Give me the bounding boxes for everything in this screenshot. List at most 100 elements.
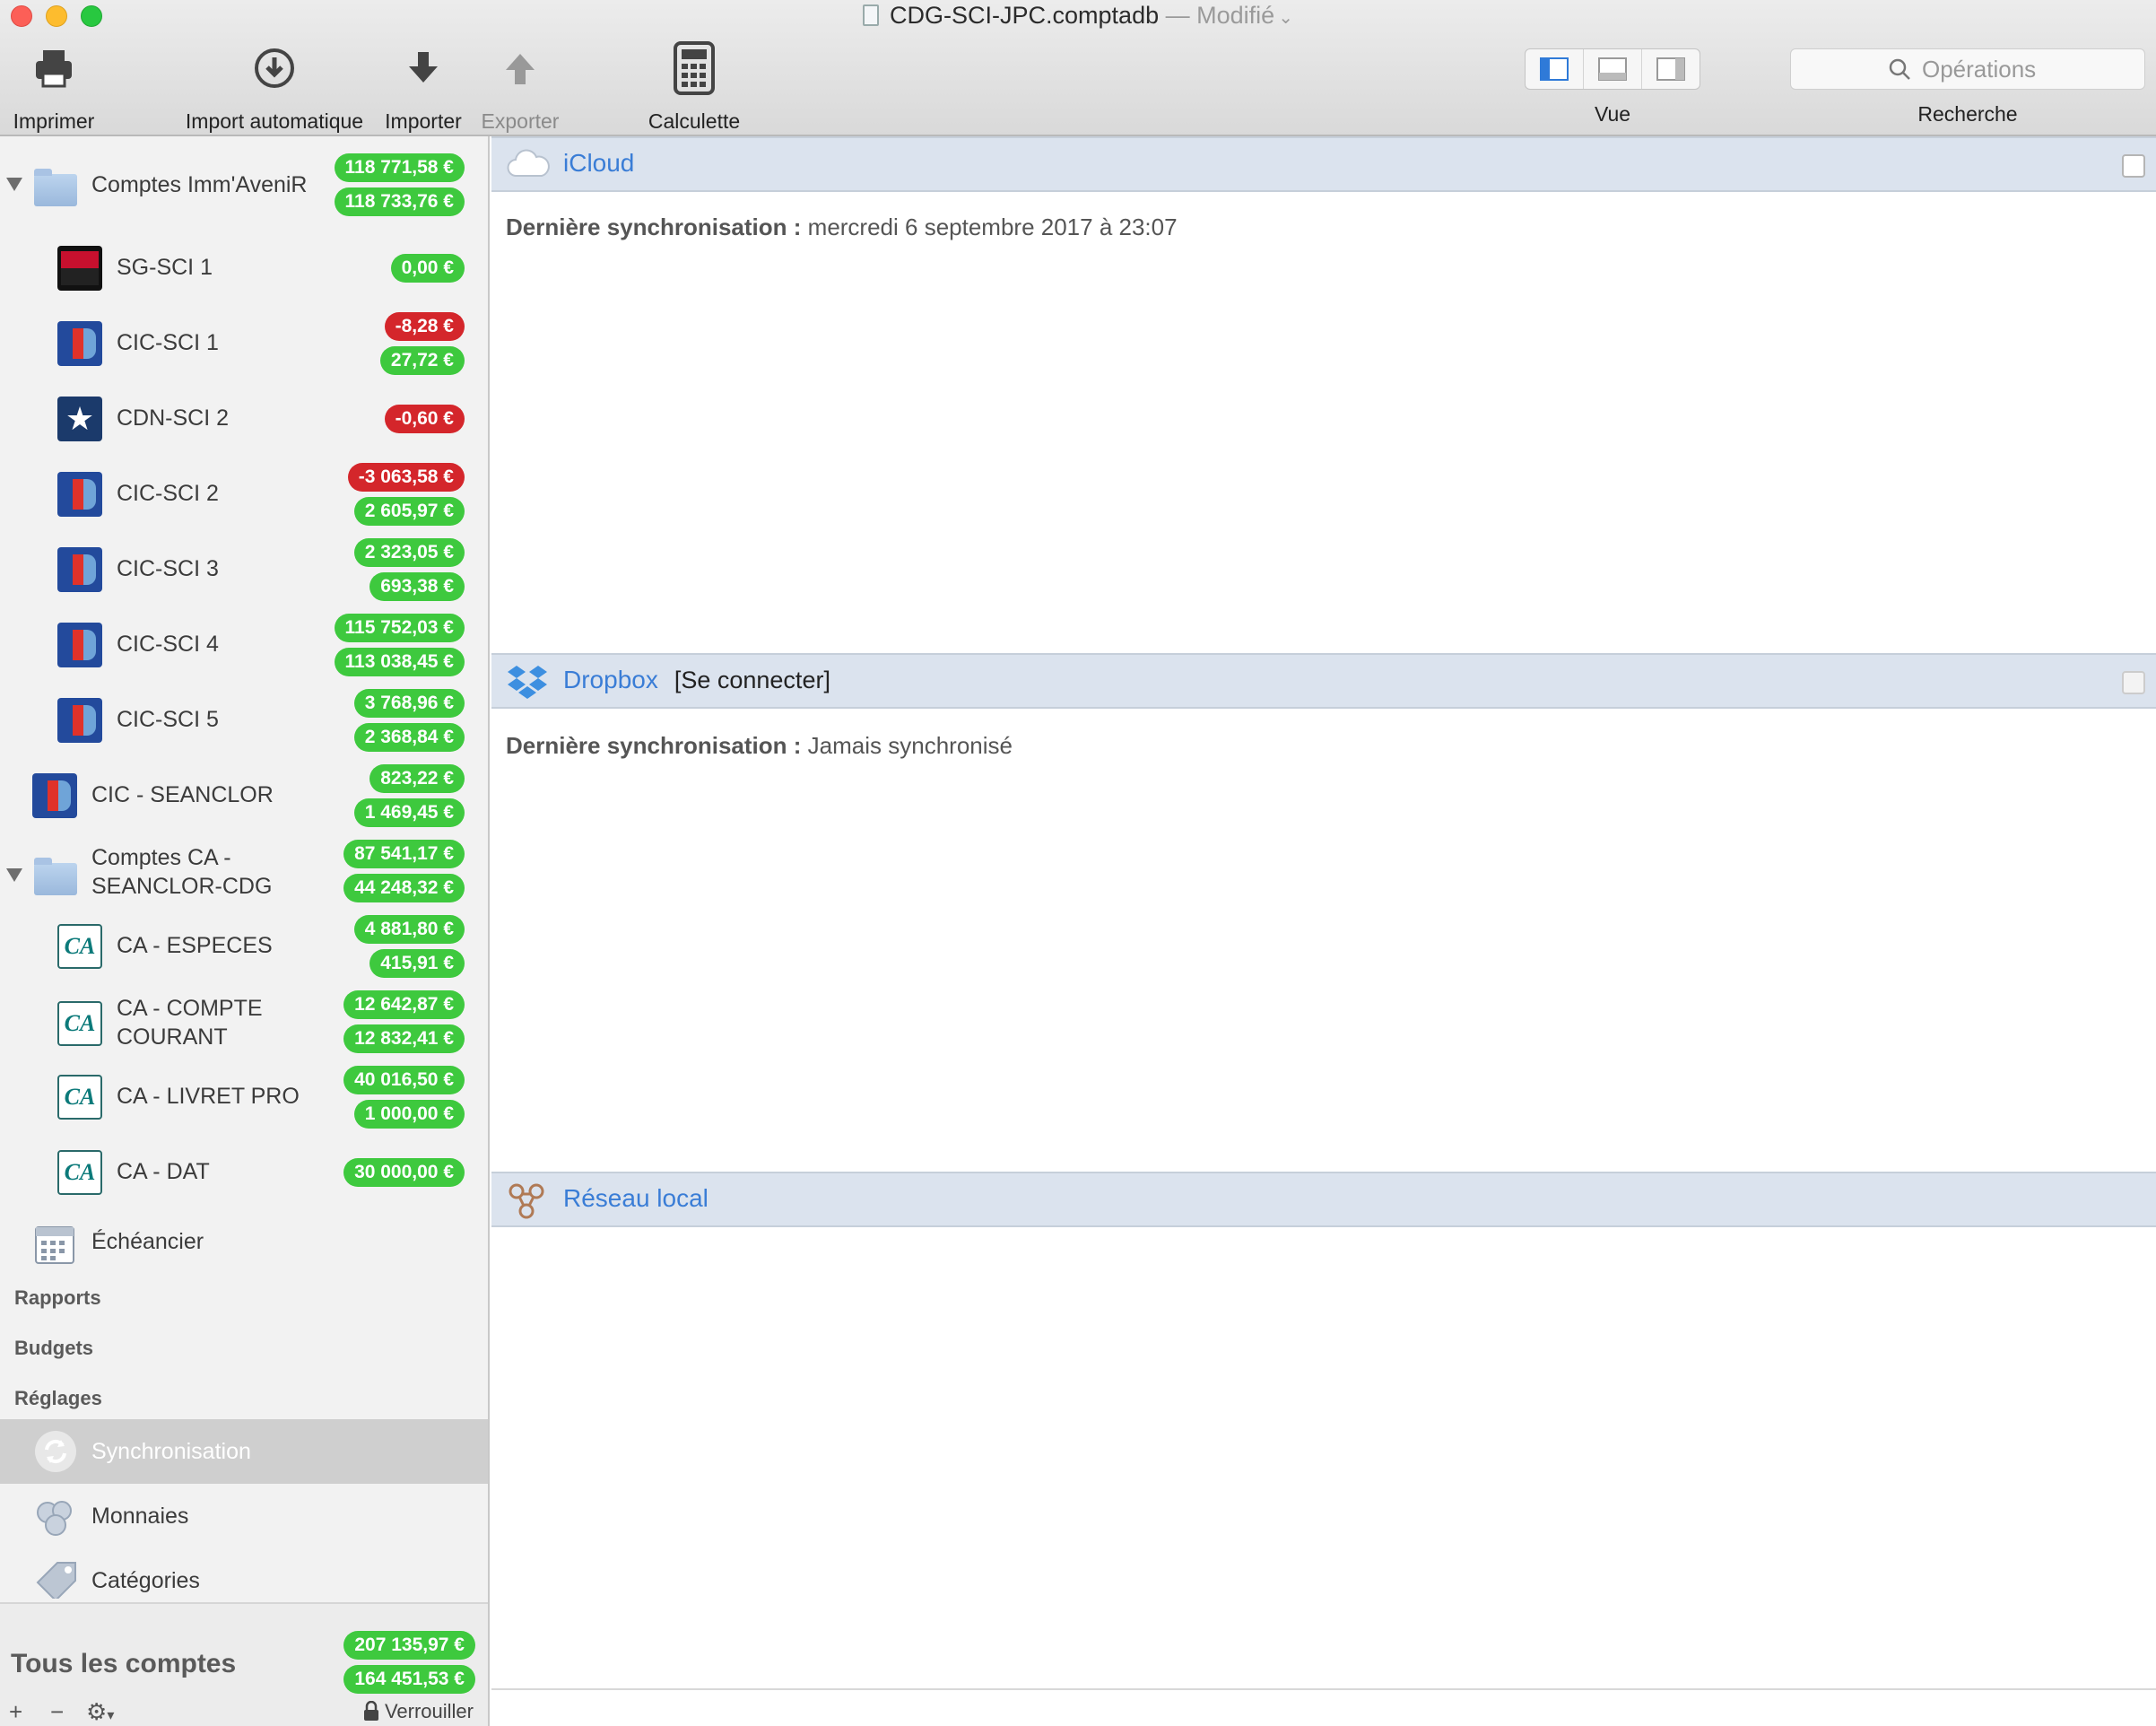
balance-badge: 2 605,97 € [353,497,465,526]
document-status[interactable]: Modifié [1196,2,1274,29]
arrow-up-icon [475,39,565,97]
view-label: Vue [1594,102,1631,126]
balance-badge: 0,00 € [390,254,465,283]
section-reports[interactable]: Rapports [14,1286,101,1310]
dropbox-connect-link[interactable]: [Se connecter] [674,667,830,693]
balance-badge: 2 368,84 € [353,723,465,752]
disclosure-triangle-icon[interactable] [6,868,22,882]
settings-menu-button[interactable]: ⚙▾ [86,1695,114,1726]
balance-badge: -3 063,58 € [347,463,465,492]
sidebar-item-categories[interactable]: Catégories [0,1552,488,1606]
sidebar-account-cdn-sci-2[interactable]: ★ CDN-SCI 2 -0,60 € [0,388,488,450]
view-sidebar-left-button[interactable] [1526,49,1584,89]
chevron-down-icon[interactable]: ⌄ [1278,8,1293,28]
dropbox-enable-checkbox[interactable] [2122,671,2145,694]
cic-logo-icon [57,623,102,667]
remove-account-button[interactable]: − [50,1695,64,1726]
balance-badge: 115 752,03 € [334,614,465,642]
balance-badge: 30 000,00 € [343,1158,465,1187]
sidebar-account-cic-sci-1[interactable]: CIC-SCI 1 -8,28 € 27,72 € [0,312,488,375]
account-name: CIC-SCI 1 [117,330,219,355]
account-name: SG-SCI 1 [117,255,213,280]
balance-badge: 113 038,45 € [334,648,465,676]
folder-icon [34,169,77,206]
sidebar-account-sg-sci-1[interactable]: SG-SCI 1 0,00 € [0,237,488,300]
balance-badge: 1 469,45 € [353,798,465,827]
search-label: Recherche [1917,102,2018,126]
sidebar-group-imm-avenir[interactable]: Comptes Imm'AveniR 118 771,58 € 118 733,… [0,153,488,216]
icloud-enable-checkbox[interactable] [2122,154,2145,178]
account-name: CIC-SCI 2 [117,481,219,506]
lock-button[interactable]: Verrouiller [363,1695,474,1726]
last-sync-value: Jamais synchronisé [807,732,1013,759]
all-accounts-summary[interactable]: Tous les comptes 207 135,97 € 164 451,53… [0,1602,488,1726]
auto-import-button[interactable]: Import automatique [179,39,369,134]
coins-icon [34,1498,77,1542]
search-icon [1889,58,1910,80]
icloud-title: iCloud [563,149,635,177]
sidebar-account-ca-especes[interactable]: CA CA - ESPECES 4 881,80 € 415,91 € [0,915,488,978]
sidebar-account-ca-livret-pro[interactable]: CA CA - LIVRET PRO 40 016,50 € 1 000,00 … [0,1066,488,1129]
calculator-button[interactable]: Calculette [640,39,748,134]
categories-label: Catégories [91,1568,200,1593]
icloud-last-sync: Dernière synchronisation : mercredi 6 se… [506,214,1178,241]
sidebar-group-ca-seanclor-cdg[interactable]: Comptes CA - SEANCLOR-CDG 87 541,17 € 44… [0,840,488,908]
import-button[interactable]: Importer [378,39,468,134]
dropbox-title-row: Dropbox [Se connecter] [563,666,830,694]
add-account-button[interactable]: + [9,1695,22,1726]
sidebar-account-cic-sci-3[interactable]: CIC-SCI 3 2 323,05 € 693,38 € [0,538,488,601]
balance-badge: 12 642,87 € [343,990,465,1019]
balance-badge: 415,91 € [369,949,465,978]
balance-badge: 2 323,05 € [353,538,465,567]
section-budgets[interactable]: Budgets [14,1337,93,1360]
calculator-label: Calculette [648,109,741,133]
sidebar-item-sync[interactable]: Synchronisation [0,1419,488,1484]
search-input[interactable] [1922,55,2047,83]
export-button[interactable]: Exporter [475,39,565,134]
scheduler-label: Échéancier [91,1229,204,1254]
account-name: CDN-SCI 2 [117,405,230,431]
arrow-down-icon [378,39,468,97]
sync-icon [34,1430,77,1478]
gear-icon: ⚙ [86,1698,108,1725]
balance-badge: 3 768,96 € [353,689,465,718]
section-settings[interactable]: Réglages [14,1387,102,1410]
sidebar-item-scheduler[interactable]: Échéancier [0,1211,488,1274]
local-network-title: Réseau local [563,1184,709,1212]
account-name: CIC-SCI 4 [117,632,219,657]
auto-import-label: Import automatique [185,109,364,133]
sidebar: Comptes Imm'AveniR 118 771,58 € 118 733,… [0,136,490,1726]
lock-icon [363,1700,378,1721]
sidebar-account-cic-sci-5[interactable]: CIC-SCI 5 3 768,96 € 2 368,84 € [0,689,488,752]
balance-badge: 823,22 € [369,764,465,793]
sidebar-account-cic-seanclor[interactable]: CIC - SEANCLOR 823,22 € 1 469,45 € [0,764,488,827]
account-name-line-1: CA - COMPTE [117,996,263,1021]
currencies-label: Monnaies [91,1504,189,1529]
balance-badge: -0,60 € [384,405,465,433]
view-sidebar-right-button[interactable] [1642,49,1700,89]
toolbar: CDG-SCI-JPC.comptadb — Modifié ⌄ Imprimer… [0,0,2156,136]
calculator-icon [640,39,748,97]
import-label: Importer [385,109,462,133]
sidebar-account-ca-compte-courant[interactable]: CA CA - COMPTE COURANT 12 642,87 € 12 83… [0,990,488,1057]
sync-label: Synchronisation [91,1439,251,1464]
sidebar-account-cic-sci-2[interactable]: CIC-SCI 2 -3 063,58 € 2 605,97 € [0,463,488,526]
dropbox-last-sync: Dernière synchronisation : Jamais synchr… [506,732,1013,760]
sidebar-account-ca-dat[interactable]: CA CA - DAT 30 000,00 € [0,1141,488,1204]
sidebar-left-icon [1540,57,1569,81]
balance-badge: 118 733,76 € [334,187,465,216]
search-field[interactable] [1790,48,2145,90]
view-segmented-control[interactable] [1525,48,1700,90]
disclosure-triangle-icon[interactable] [6,178,22,191]
account-name: CIC-SCI 3 [117,556,219,581]
sidebar-item-currencies[interactable]: Monnaies [0,1487,488,1547]
view-bottom-panel-button[interactable] [1584,49,1642,89]
sidebar-account-cic-sci-4[interactable]: CIC-SCI 4 115 752,03 € 113 038,45 € [0,614,488,676]
print-button[interactable]: Imprimer [9,39,99,134]
balance-badge: 1 000,00 € [353,1100,465,1129]
panel-bottom-divider [491,1688,2156,1690]
credit-agricole-logo-icon: CA [57,1001,102,1046]
credit-agricole-logo-icon: CA [57,1075,102,1120]
total-balance-badge: 164 451,53 € [343,1665,475,1694]
title-separator: — [1165,2,1190,29]
